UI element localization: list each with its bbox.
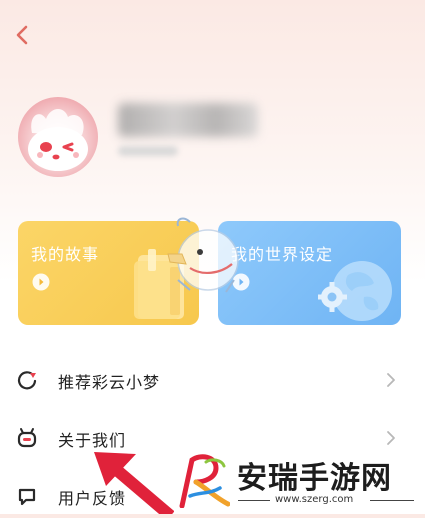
chevron-right-icon (387, 431, 395, 445)
chevron-right-icon (387, 373, 395, 387)
back-button[interactable] (12, 24, 34, 46)
avatar-character-icon (28, 108, 88, 171)
menu-item-recommend[interactable]: 推荐彩云小梦 (0, 358, 425, 402)
user-id-blurred (118, 146, 178, 156)
play-icon (32, 273, 50, 291)
my-story-title: 我的故事 (31, 245, 100, 264)
site-logo-icon (179, 454, 230, 508)
chevron-left-icon (16, 25, 28, 45)
watermark-divider-left (238, 500, 270, 501)
share-circle-icon (17, 371, 37, 390)
menu-label-recommend: 推荐彩云小梦 (58, 373, 161, 392)
robot-face-icon (17, 428, 37, 448)
red-arrow-annotation-icon (94, 452, 174, 514)
chat-bubble-icon (18, 488, 36, 506)
watermark-url: www.szerg.com (275, 494, 354, 505)
watermark-divider-right (370, 500, 414, 501)
globe-gear-icon (318, 261, 392, 321)
username-blurred (118, 103, 258, 137)
mascot-watermark-icon (167, 217, 239, 293)
avatar[interactable] (18, 97, 98, 177)
watermark-title: 安瑞手游网 (237, 461, 392, 496)
